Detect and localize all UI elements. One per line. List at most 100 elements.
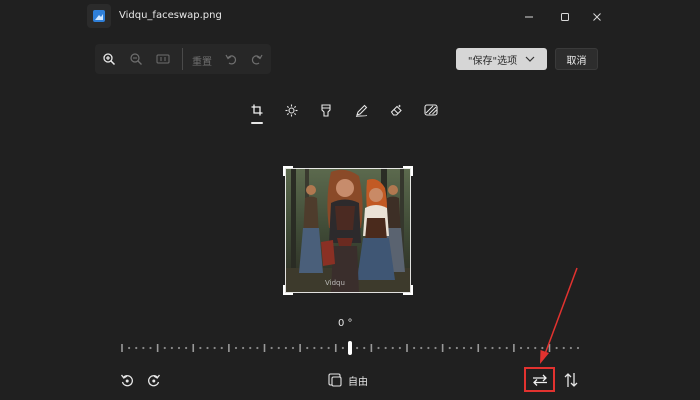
ruler-dot <box>384 346 387 350</box>
ruler-dot <box>199 346 202 350</box>
ruler-dot <box>341 346 344 350</box>
ruler-dot <box>163 346 166 350</box>
ruler-dot <box>562 346 565 350</box>
ruler-dot <box>427 346 430 350</box>
tab-markup[interactable] <box>353 102 369 118</box>
crop-handle-bottom-right[interactable] <box>403 285 413 295</box>
maximize-icon <box>561 13 569 21</box>
flip-horizontal-icon <box>532 374 547 386</box>
ruler-dot <box>170 346 173 350</box>
ruler-dot <box>177 346 181 350</box>
ruler-dot <box>213 346 216 350</box>
photos-app-icon <box>87 4 111 28</box>
window-title: Vidqu_faceswap.png <box>119 10 222 21</box>
aspect-ratio-label: 自由 <box>348 376 368 388</box>
brightness-icon <box>285 104 297 116</box>
rotation-angle-label: 0 ° <box>338 318 353 329</box>
ruler-dot <box>220 346 223 350</box>
tab-crop-indicator <box>251 122 263 124</box>
save-options-button[interactable]: "保存"选项 <box>456 48 547 70</box>
ruler-dot <box>128 346 131 350</box>
ruler-dot <box>185 346 188 350</box>
ruler-dot <box>527 346 530 350</box>
aspect-ratio-button[interactable]: 自由 <box>328 370 368 390</box>
ruler-dot <box>398 346 401 350</box>
ruler-dot <box>249 346 252 350</box>
ruler-dot <box>448 346 451 350</box>
rotate-right-button[interactable] <box>144 370 164 390</box>
rotate-right-icon <box>148 374 161 387</box>
crop-handle-bottom-left[interactable] <box>283 285 293 295</box>
reset-button[interactable]: 重置 <box>192 53 212 68</box>
tab-crop[interactable] <box>249 102 265 118</box>
zoom-in-button[interactable] <box>100 50 118 68</box>
ruler-dot <box>470 346 473 350</box>
ruler-dot <box>484 346 487 350</box>
minimize-icon <box>525 16 533 18</box>
rotate-left-icon <box>120 374 133 387</box>
ruler-tick <box>370 344 373 352</box>
maximize-button[interactable] <box>555 7 575 27</box>
rotation-slider-thumb[interactable] <box>348 341 352 355</box>
toolbar-separator <box>182 48 183 70</box>
ruler-tick <box>548 344 551 352</box>
crop-frame[interactable] <box>285 168 411 293</box>
tab-filter[interactable] <box>318 102 334 118</box>
ruler-dot <box>377 346 380 350</box>
ruler-tick <box>121 344 123 352</box>
crop-icon <box>251 104 263 116</box>
background-icon <box>424 104 438 116</box>
ruler-dot <box>534 346 537 350</box>
ruler-dot <box>206 346 209 350</box>
ruler-dot <box>142 346 145 350</box>
zoom-out-icon <box>130 53 142 65</box>
crop-handle-top-right[interactable] <box>403 166 413 176</box>
chevron-down-icon <box>525 56 535 62</box>
save-options-label: "保存"选项 <box>467 55 518 67</box>
actual-size-button[interactable] <box>154 50 172 68</box>
redo-icon <box>251 54 263 65</box>
filter-icon <box>321 103 331 117</box>
minimize-button[interactable] <box>519 7 539 27</box>
zoom-toolbar <box>95 44 271 74</box>
ruler-dot <box>256 346 259 350</box>
ruler-tick <box>228 344 230 352</box>
ruler-tick <box>513 344 515 352</box>
ruler-dot <box>519 346 523 350</box>
flip-vertical-icon <box>564 373 578 387</box>
ruler-dot <box>455 346 458 350</box>
zoom-in-icon <box>103 53 116 66</box>
ruler-dot <box>291 346 295 350</box>
redo-button[interactable] <box>248 50 266 68</box>
ruler-tick <box>334 344 337 352</box>
actual-size-icon <box>156 54 170 64</box>
ruler-dot <box>498 346 501 350</box>
tab-background[interactable] <box>423 102 439 118</box>
ruler-dot <box>270 346 273 350</box>
crop-handle-top-left[interactable] <box>283 166 293 176</box>
ruler-dot <box>363 346 366 350</box>
ruler-dot <box>576 346 580 350</box>
rotation-slider[interactable] <box>118 341 582 355</box>
flip-vertical-button[interactable] <box>561 370 581 390</box>
ruler-dot <box>569 346 572 350</box>
ruler-dot <box>313 346 316 350</box>
ruler-dot <box>420 346 423 350</box>
ruler-dot <box>284 346 287 350</box>
ruler-dot <box>320 346 323 350</box>
flip-horizontal-button[interactable] <box>524 367 555 392</box>
tab-adjust[interactable] <box>283 102 299 118</box>
close-button[interactable] <box>587 7 607 27</box>
markup-icon <box>355 104 367 117</box>
cancel-button[interactable]: 取消 <box>555 48 598 70</box>
undo-button[interactable] <box>222 50 240 68</box>
ruler-dot <box>462 346 466 350</box>
ruler-dot <box>135 346 138 350</box>
ruler-dot <box>356 346 359 350</box>
ruler-dot <box>541 346 544 350</box>
ruler-dot <box>491 346 494 350</box>
zoom-out-button[interactable] <box>127 50 145 68</box>
rotate-left-button[interactable] <box>117 370 137 390</box>
tab-erase[interactable] <box>388 102 404 118</box>
close-icon <box>593 13 601 21</box>
